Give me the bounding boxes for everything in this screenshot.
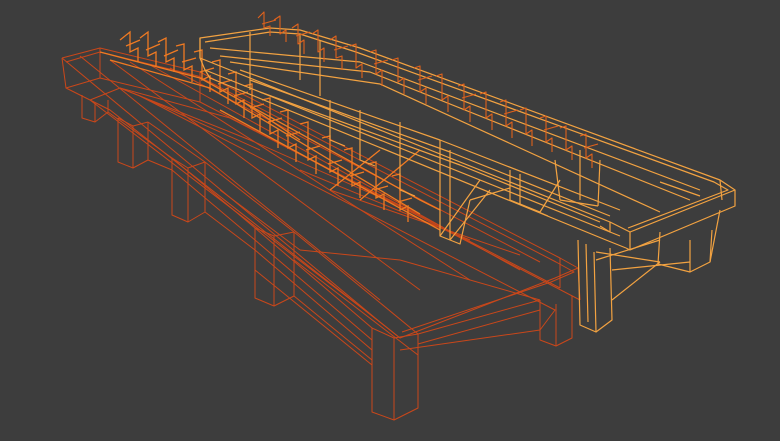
pier-3: [171, 157, 206, 223]
bridge-deck-lower[interactable]: [61, 47, 581, 421]
pier-6: [539, 296, 573, 347]
pier-5: [371, 299, 541, 421]
pier-1: [81, 95, 109, 123]
3d-viewport[interactable]: [0, 0, 780, 441]
bridge-segment-active[interactable]: [199, 27, 736, 333]
wireframe-canvas[interactable]: [0, 0, 780, 441]
